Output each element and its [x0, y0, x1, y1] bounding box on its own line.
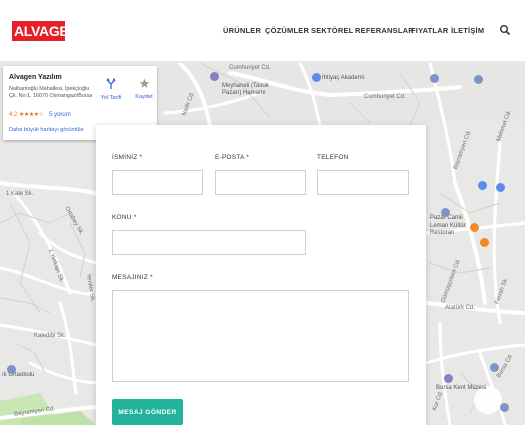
message-label: MESAJINIZ *	[112, 274, 153, 281]
poi-icon-2[interactable]	[474, 75, 483, 84]
poi-icon-1[interactable]	[430, 74, 439, 83]
poi-icon-6[interactable]	[490, 363, 499, 372]
academy-poi-icon[interactable]	[312, 73, 321, 82]
map-label-bursa-kent: Bursa Kent Müzesi	[436, 385, 487, 391]
name-input[interactable]	[112, 170, 203, 195]
museum-poi-icon[interactable]	[444, 374, 453, 383]
place-title: Alvagen Yazılım	[9, 74, 62, 81]
map-label-kale: 1 Kale Sk.	[6, 191, 34, 197]
phone-input[interactable]	[317, 170, 409, 195]
map-label-cumhuriyet-cd: Cumhuriyet Cd.	[229, 65, 271, 71]
email-input[interactable]	[215, 170, 306, 195]
save-button[interactable]: Kaydet	[133, 78, 155, 100]
nav-referanslar[interactable]: REFERANSLAR	[355, 26, 414, 35]
nav-cozumler[interactable]: ÇÖZÜMLER	[265, 26, 309, 35]
contact-form: İSMİNİZ * E-POSTA * TELEFON KONU * MESAJ…	[96, 125, 426, 425]
reviews-link[interactable]: 5 yorum	[49, 112, 71, 118]
mosque-poi-icon[interactable]	[441, 208, 450, 217]
nav-iletisim[interactable]: İLETİŞİM	[451, 26, 484, 35]
send-message-button[interactable]: MESAJ GÖNDER	[112, 399, 183, 425]
nav-sektorel[interactable]: SEKTÖREL	[311, 26, 353, 35]
phone-label: TELEFON	[317, 154, 349, 161]
directions-label: Yol Tarifi	[100, 95, 122, 101]
nav-fiyatlar[interactable]: FIYATLAR	[411, 26, 448, 35]
place-address: Nalbantoğlu Mahallesi, İpekçioğlu Çk. No…	[9, 86, 93, 99]
directions-icon	[106, 78, 116, 89]
poi-icon-5[interactable]	[480, 238, 489, 247]
hamam-poi-icon[interactable]	[210, 72, 219, 81]
map-label-meyhane: Meyhaneli (Tavuk Pazarı) Hamamı	[222, 83, 269, 96]
poi-icon-4[interactable]	[496, 183, 505, 192]
subject-input[interactable]	[112, 230, 306, 255]
poi-icon-3[interactable]	[478, 181, 487, 190]
map-label-kaledibi: Kaledibi Sk.	[34, 333, 66, 339]
rating-value: 4.2	[9, 112, 18, 118]
directions-button[interactable]: Yol Tarifi	[99, 78, 123, 101]
star-icon	[139, 78, 149, 88]
site-header: ALVAGEN ÜRÜNLER ÇÖZÜMLER SEKTÖREL REFERA…	[0, 0, 525, 62]
search-icon[interactable]	[498, 23, 512, 37]
subject-label: KONU *	[112, 214, 137, 221]
nav-urunler[interactable]: ÜRÜNLER	[223, 26, 261, 35]
map-label-ataturk: Atatürk Cd.	[445, 305, 476, 311]
place-rating-row: 4.2 ★★★★☆ 5 yorum	[9, 111, 71, 118]
save-label: Kaydet	[135, 94, 153, 100]
name-label: İSMİNİZ *	[112, 154, 143, 161]
school-poi-icon[interactable]	[7, 365, 16, 374]
larger-map-link[interactable]: Daha büyük haritayı görüntüle	[9, 127, 84, 133]
alvagen-logo[interactable]: ALVAGEN	[12, 21, 79, 41]
map-label-leman: Leman Kültür Restoran	[430, 223, 466, 236]
map-label-ihtiyac: İhtiyaç Akademi	[322, 75, 365, 81]
poi-icon-7[interactable]	[500, 403, 509, 412]
map-label-cumhuriyet-cd-2: Cumhuriyet Cd.	[364, 94, 406, 100]
message-textarea[interactable]	[112, 290, 409, 382]
map-label-ortaokul: ılı Ortaokulu	[2, 372, 35, 378]
email-label: E-POSTA *	[215, 154, 250, 161]
restaurant-poi-icon[interactable]	[470, 223, 479, 232]
star-rating-icon: ★★★★☆	[19, 112, 44, 118]
